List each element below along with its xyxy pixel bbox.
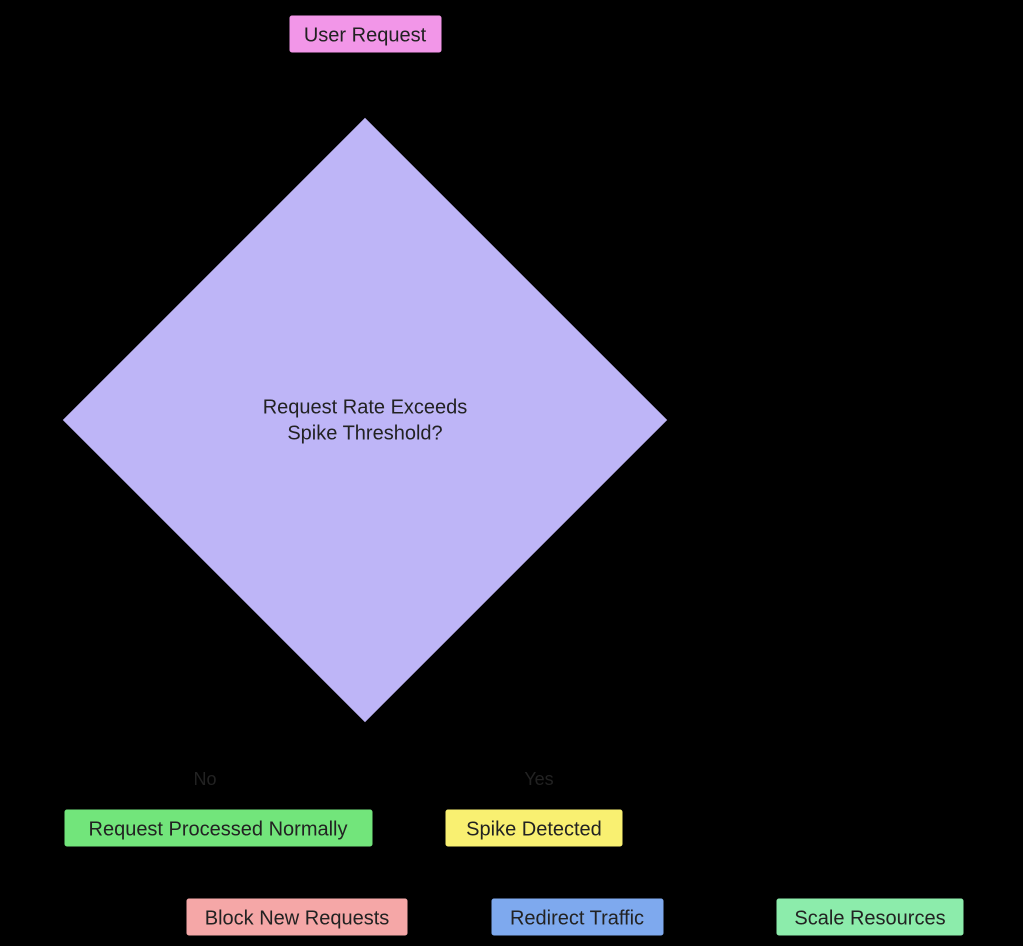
node-decision-line2: Spike Threshold? (287, 422, 442, 444)
node-processed-label: Request Processed Normally (89, 818, 348, 840)
node-scale: Scale Resources (775, 897, 965, 937)
edge-spike-block (300, 848, 470, 892)
edge-spike-redirect (540, 848, 570, 892)
node-scale-label: Scale Resources (794, 907, 945, 929)
node-decision-line1: Request Rate Exceeds (263, 396, 468, 418)
node-user-request-label: User Request (304, 24, 427, 46)
node-spike-label: Spike Detected (466, 818, 602, 840)
node-redirect: Redirect Traffic (490, 897, 665, 937)
edge-decision-yes (442, 649, 528, 800)
edge-decision-no (218, 649, 288, 800)
node-block: Block New Requests (185, 897, 409, 937)
node-redirect-label: Redirect Traffic (510, 907, 644, 929)
node-decision: Request Rate Exceeds Spike Threshold? (60, 115, 670, 725)
node-user-request: User Request (288, 14, 443, 54)
edge-yes-label: Yes (524, 769, 553, 789)
node-block-label: Block New Requests (205, 907, 390, 929)
edge-spike-scale (610, 848, 870, 892)
flowchart: User Request Request Rate Exceeds Spike … (0, 0, 1023, 946)
edge-no-label: No (193, 769, 216, 789)
node-spike: Spike Detected (444, 808, 624, 848)
node-processed: Request Processed Normally (63, 808, 374, 848)
